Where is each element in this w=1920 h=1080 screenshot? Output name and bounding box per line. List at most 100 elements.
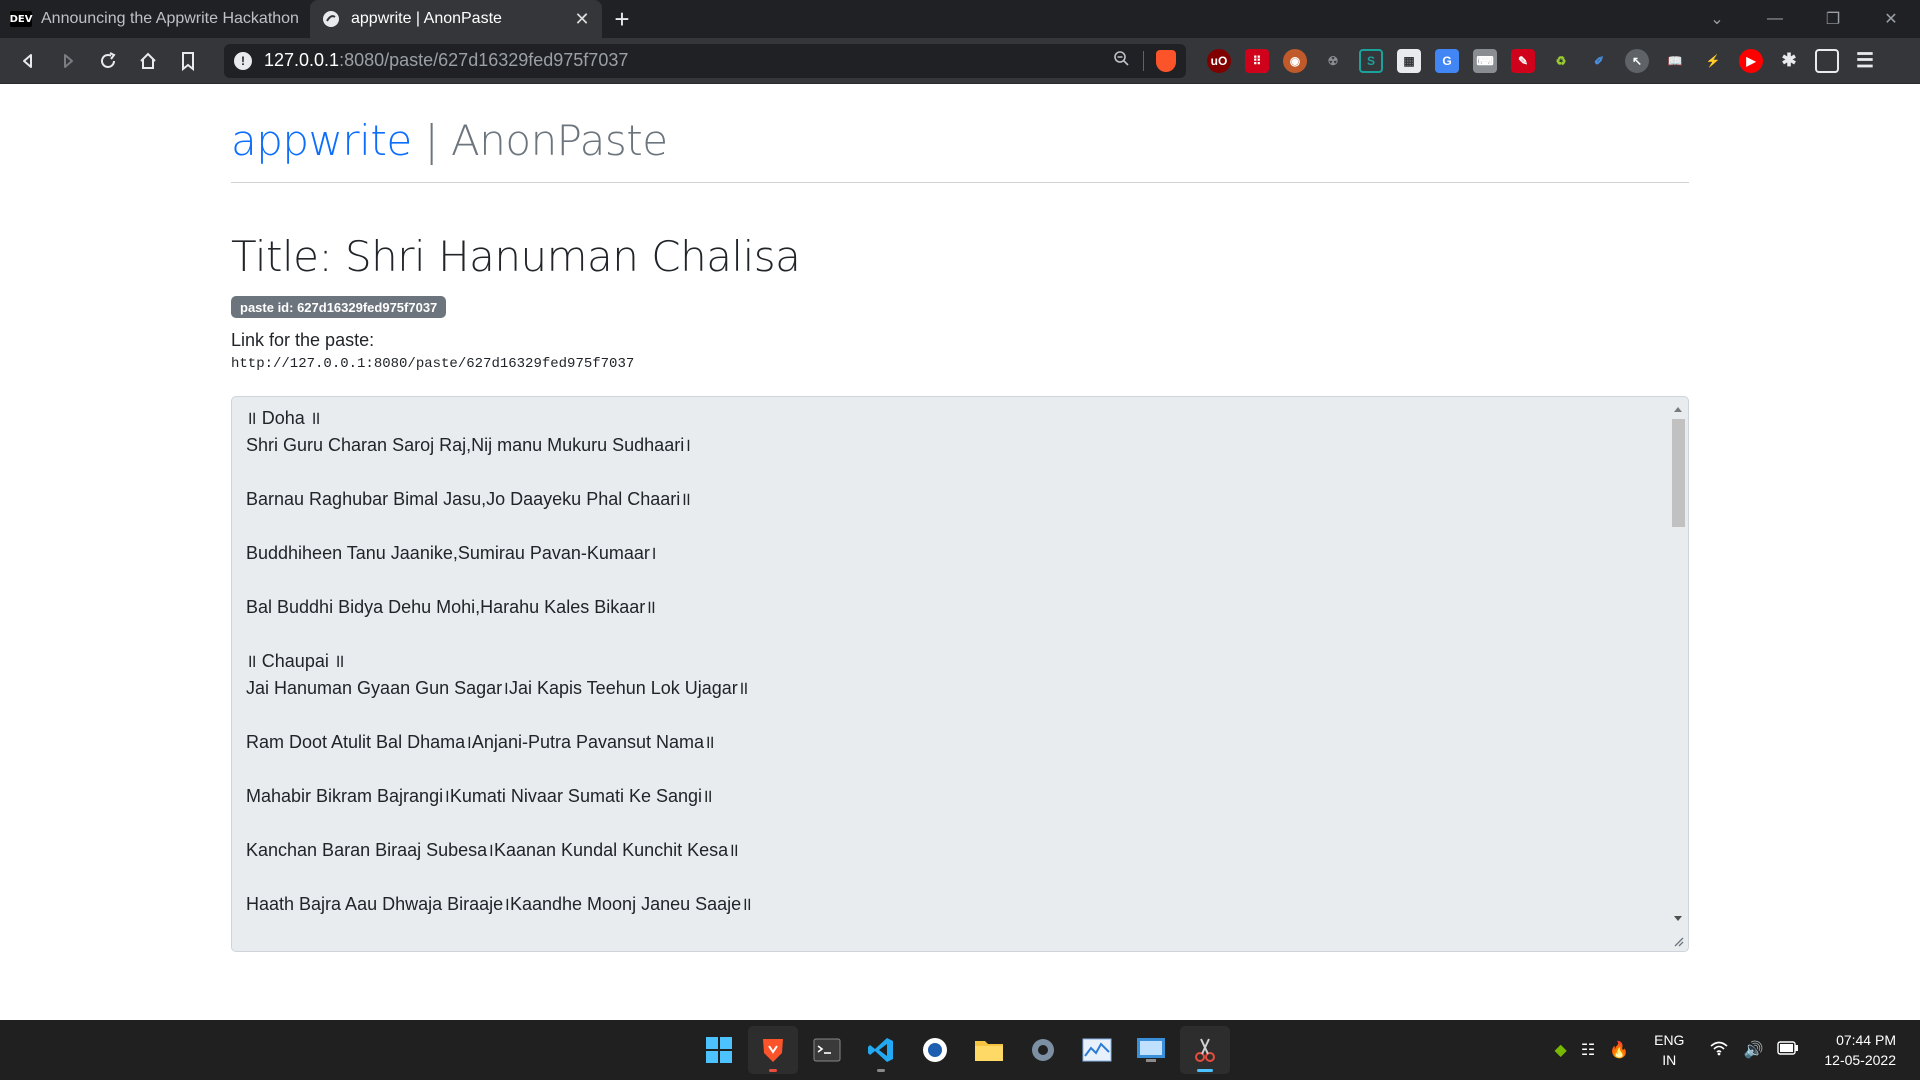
brand-appwrite: appwrite xyxy=(231,116,412,165)
url-divider xyxy=(1143,50,1144,71)
tab-title: Announcing the Appwrite Hackathon on DEV xyxy=(41,10,300,27)
system-clock[interactable]: 07:44 PM 12-05-2022 xyxy=(1824,1030,1896,1070)
reader-extension-icon[interactable]: 📖 xyxy=(1663,49,1687,73)
scroll-down-arrow-icon[interactable] xyxy=(1674,916,1682,921)
url-host: 127.0.0.1 xyxy=(264,50,340,70)
reload-button[interactable] xyxy=(88,41,128,81)
extensions-puzzle-icon[interactable]: ✱ xyxy=(1777,49,1801,73)
bookmark-icon xyxy=(182,51,194,71)
paste-line xyxy=(246,621,1646,648)
nvidia-icon[interactable]: ◆ xyxy=(1555,1040,1567,1060)
lightning-extension-icon[interactable]: ⚡ xyxy=(1701,49,1725,73)
paste-line: Mahabir Bikram Bajrangi।Kumati Nivaar Su… xyxy=(246,786,713,806)
address-bar[interactable]: ! 127.0.0.1:8080/paste/627d16329fed975f7… xyxy=(224,43,1186,78)
extensions-area: uO ⠿ ◉ ☢ S ▦ G ⌨ ✎ ♻ ✐ ↖ 📖 ⚡ ▶ ✱ ☰ xyxy=(1200,48,1884,73)
link-label: Link for the paste: xyxy=(231,330,375,350)
resize-handle-icon[interactable] xyxy=(1672,935,1684,947)
windows-logo-icon xyxy=(706,1037,732,1063)
scrollbar-thumb[interactable] xyxy=(1672,419,1685,527)
taskbar-terminal[interactable] xyxy=(802,1026,852,1074)
counter-extension-icon[interactable]: ⠿ xyxy=(1245,48,1269,73)
edit-extension-icon[interactable]: ✐ xyxy=(1587,49,1611,73)
notification-list-icon[interactable]: ☷ xyxy=(1581,1040,1595,1060)
restore-button[interactable]: ❐ xyxy=(1804,0,1862,38)
tab-title: appwrite | AnonPaste xyxy=(351,10,502,27)
monitor-chart-icon xyxy=(1082,1038,1112,1062)
taskbar-snipping-tool[interactable] xyxy=(1180,1026,1230,1074)
volume-icon[interactable]: 🔊 xyxy=(1743,1040,1763,1060)
windows-taskbar: ◆ ☷ 🔥 ENG IN 🔊 07:44 PM 12-05-2022 xyxy=(0,1020,1920,1080)
paste-line xyxy=(246,756,1646,783)
tab-anonpaste[interactable]: appwrite | AnonPaste ✕ xyxy=(310,0,602,38)
back-icon xyxy=(23,53,32,68)
site-brand[interactable]: appwrite | AnonPaste xyxy=(231,116,668,165)
paste-link-url[interactable]: http://127.0.0.1:8080/paste/627d16329fed… xyxy=(231,356,634,372)
vscode-icon xyxy=(868,1038,893,1062)
taskbar-vscode[interactable] xyxy=(856,1026,906,1074)
color-picker-icon[interactable]: ✎ xyxy=(1511,48,1535,73)
paste-content-textarea[interactable]: ॥ Doha ॥ Shri Guru Charan Saroj Raj,Nij m… xyxy=(231,396,1689,952)
start-button[interactable] xyxy=(694,1026,744,1074)
paste-content-text: ॥ Doha ॥ Shri Guru Charan Saroj Raj,Nij m… xyxy=(246,405,1646,918)
close-tab-icon[interactable]: ✕ xyxy=(572,9,592,30)
tampermonkey-icon[interactable]: ◉ xyxy=(1283,48,1307,73)
reload-icon xyxy=(101,51,116,68)
tab-list-chevron-icon[interactable]: ⌄ xyxy=(1688,0,1746,38)
table-extension-icon[interactable]: ▦ xyxy=(1397,48,1421,73)
taskbar-wordpad[interactable] xyxy=(910,1026,960,1074)
paste-title: Title: Shri Hanuman Chalisa xyxy=(231,232,801,281)
bookmark-button[interactable] xyxy=(168,41,208,81)
folder-icon xyxy=(975,1041,1003,1061)
paste-line: Buddhiheen Tanu Jaanike,Sumirau Pavan-Ku… xyxy=(246,543,657,563)
google-translate-icon[interactable]: G xyxy=(1435,48,1459,73)
taskbar-brave[interactable] xyxy=(748,1026,798,1074)
paste-line: Bal Buddhi Bidya Dehu Mohi,Harahu Kales … xyxy=(246,597,657,617)
tab-dev-hackathon[interactable]: DEV Announcing the Appwrite Hackathon on… xyxy=(0,0,310,38)
s-extension-icon[interactable]: S xyxy=(1359,48,1383,73)
clock-time: 07:44 PM xyxy=(1836,1032,1896,1048)
taskbar-settings[interactable] xyxy=(1018,1026,1068,1074)
paste-line xyxy=(246,567,1646,594)
appwrite-favicon-icon xyxy=(320,10,342,28)
wallet-icon[interactable] xyxy=(1815,48,1839,73)
new-tab-button[interactable]: + xyxy=(602,0,642,38)
back-button[interactable] xyxy=(8,41,48,81)
wifi-icon[interactable] xyxy=(1709,1040,1729,1061)
youtube-extension-icon[interactable]: ▶ xyxy=(1739,48,1763,73)
recycle-extension-icon[interactable]: ♻ xyxy=(1549,49,1573,73)
menu-icon[interactable]: ☰ xyxy=(1853,49,1877,73)
taskbar-resource-monitor[interactable] xyxy=(1072,1026,1122,1074)
paste-line: ॥ Doha ॥ xyxy=(246,408,321,428)
close-window-button[interactable]: ✕ xyxy=(1862,0,1920,38)
paste-line xyxy=(246,459,1646,486)
taskbar-apps xyxy=(692,1026,1232,1074)
brave-shields-icon[interactable] xyxy=(1156,49,1176,72)
ublock-origin-icon[interactable]: uO xyxy=(1207,48,1231,73)
taskbar-file-explorer[interactable] xyxy=(964,1026,1014,1074)
window-controls: ⌄ — ❐ ✕ xyxy=(1688,0,1920,38)
minimize-button[interactable]: — xyxy=(1746,0,1804,38)
page-viewport: appwrite | AnonPaste Title: Shri Hanuman… xyxy=(0,84,1920,1020)
home-icon xyxy=(140,52,156,69)
dev-favicon-icon: DEV xyxy=(10,10,32,28)
textarea-scrollbar[interactable] xyxy=(1668,397,1688,951)
scroll-up-arrow-icon[interactable] xyxy=(1674,407,1682,412)
keyboard-extension-icon[interactable]: ⌨ xyxy=(1473,48,1497,73)
flame-app-icon[interactable]: 🔥 xyxy=(1609,1040,1629,1060)
control-panel-icon xyxy=(1137,1038,1165,1062)
battery-icon[interactable] xyxy=(1777,1040,1799,1060)
paste-line xyxy=(246,702,1646,729)
home-button[interactable] xyxy=(128,41,168,81)
forward-button[interactable] xyxy=(48,41,88,81)
cursor-extension-icon[interactable]: ↖ xyxy=(1625,48,1649,73)
paste-line xyxy=(246,810,1646,837)
paste-line: ॥ Chaupai ॥ xyxy=(246,651,345,671)
radiation-icon[interactable]: ☢ xyxy=(1321,49,1345,73)
paste-line: Ram Doot Atulit Bal Dhama।Anjani-Putra P… xyxy=(246,732,715,752)
snipping-scissors-icon xyxy=(1195,1038,1215,1062)
input-language-indicator[interactable]: ENG IN xyxy=(1654,1030,1684,1070)
zoom-icon[interactable] xyxy=(1113,50,1129,71)
site-info-icon[interactable]: ! xyxy=(234,51,252,70)
paste-id-badge: paste id: 627d16329fed975f7037 xyxy=(231,296,447,318)
taskbar-control-panel[interactable] xyxy=(1126,1026,1176,1074)
